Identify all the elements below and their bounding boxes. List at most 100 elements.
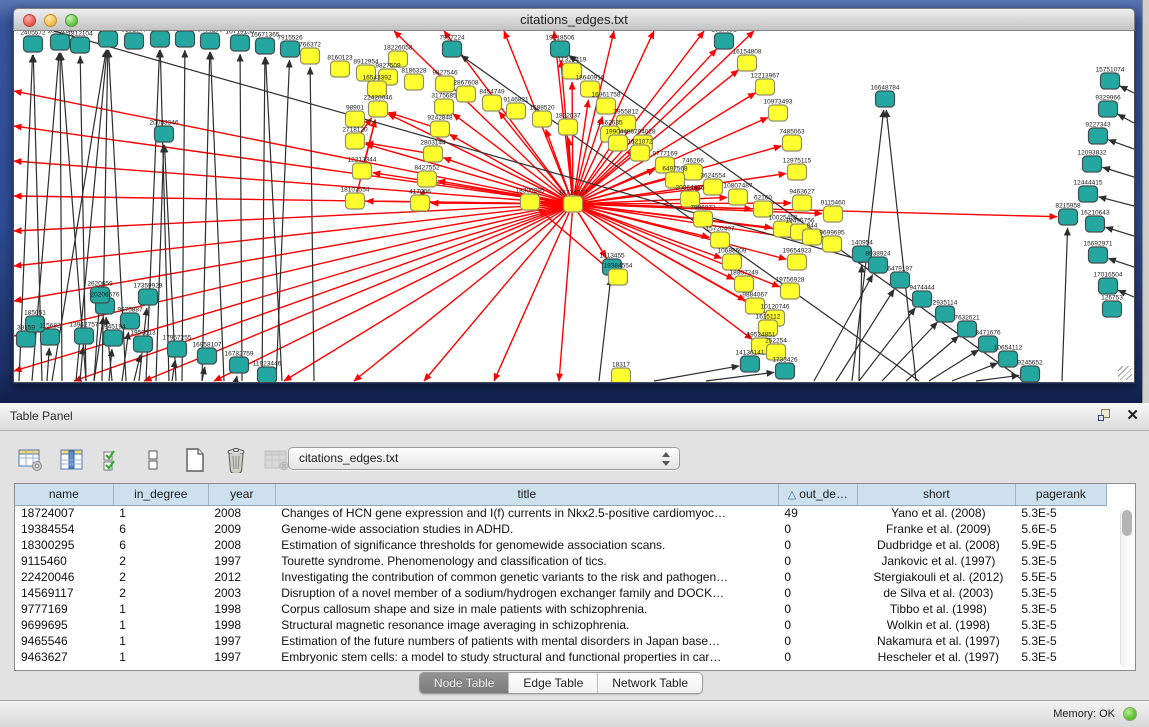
column-header-out_de[interactable]: △out_de… [778, 484, 857, 505]
select-all-button[interactable] [98, 445, 128, 475]
graph-node-16782759[interactable] [230, 357, 249, 373]
table-row[interactable]: 1456911722003Disruption of a novel membe… [15, 585, 1107, 601]
graph-node-9245652[interactable] [1021, 366, 1040, 382]
graph-node-8466160[interactable] [201, 33, 220, 49]
graph-node-1812104[interactable] [71, 37, 90, 53]
graph-node-18300295[interactable] [521, 194, 540, 210]
table-row[interactable]: 2242004622012Investigating the contribut… [15, 569, 1107, 585]
graph-node-15692971[interactable] [1089, 247, 1108, 263]
graph-node-3624554[interactable] [704, 179, 723, 195]
graph-node-1990448[interactable] [609, 135, 628, 151]
graph-node-10654112[interactable] [999, 351, 1018, 367]
graph-node-13942757[interactable] [75, 328, 94, 344]
graph-node-10953287[interactable] [151, 31, 170, 47]
graph-node-2867608[interactable] [457, 86, 476, 102]
graph-node-19218506[interactable] [551, 41, 570, 57]
graph-node-16671365[interactable] [256, 38, 275, 54]
table-scrollbar-thumb[interactable] [1122, 510, 1132, 536]
table-scrollbar[interactable] [1120, 508, 1133, 668]
graph-node-12975115[interactable] [788, 164, 807, 180]
graph-node-15720407[interactable] [711, 232, 730, 248]
graph-node-7957224[interactable] [443, 41, 462, 57]
graph-node-8427552[interactable] [418, 171, 437, 187]
graph-node-9699695[interactable] [823, 236, 842, 252]
table-row[interactable]: 977716911998Corpus callosum shape and si… [15, 601, 1107, 617]
graph-node-19654923[interactable] [788, 254, 807, 270]
graph-node-1822037[interactable] [559, 119, 578, 135]
graph-node-9474444[interactable] [913, 291, 932, 307]
column-header-year[interactable]: year [208, 484, 275, 505]
column-header-name[interactable]: name [15, 484, 113, 505]
graph-node-12213967[interactable] [756, 79, 775, 95]
graph-node-10719155[interactable] [231, 35, 250, 51]
graph-node-20691436[interactable] [99, 31, 118, 47]
graph-node-8186328[interactable] [405, 74, 424, 90]
graph-node-9463627[interactable] [793, 195, 812, 211]
graph-node-16154808[interactable] [738, 55, 757, 71]
graph-node-19384554[interactable] [609, 269, 628, 285]
zoom-window-button[interactable] [65, 14, 78, 27]
column-header-in_degree[interactable]: in_degree [113, 484, 208, 505]
graph-node-2087682[interactable] [715, 33, 734, 49]
graph-node-12213344[interactable] [353, 163, 372, 179]
graph-node-8454749[interactable] [483, 95, 502, 111]
graph-node-18724007[interactable] [564, 196, 583, 212]
graph-node-16958107[interactable] [198, 348, 217, 364]
graph-node-766372[interactable] [301, 48, 320, 64]
float-panel-icon[interactable] [1098, 409, 1112, 423]
graph-node-2803144[interactable] [424, 146, 443, 162]
graph-node-8938924[interactable] [869, 257, 888, 273]
graph-node-1588520[interactable] [533, 111, 552, 127]
graph-node-3175685[interactable] [435, 99, 454, 115]
network-window-titlebar[interactable]: citations_edges.txt [13, 8, 1135, 31]
graph-node-17957255[interactable] [168, 341, 187, 357]
graph-node-2405572[interactable] [24, 36, 43, 52]
graph-node-7632621[interactable] [958, 321, 977, 337]
close-panel-icon[interactable]: ✕ [1126, 409, 1139, 423]
graph-node-7915526[interactable] [281, 41, 300, 57]
minimize-window-button[interactable] [44, 14, 57, 27]
table-row[interactable]: 911546021997Tourette syndrome. Phenomeno… [15, 553, 1107, 569]
graph-node-19756928[interactable] [781, 283, 800, 299]
graph-node-2935114[interactable] [936, 306, 955, 322]
graph-node-16648784[interactable] [876, 91, 895, 107]
graph-node-22420046[interactable] [369, 101, 388, 117]
table-row[interactable]: 969969511998Structural magnetic resonanc… [15, 617, 1107, 633]
graph-node-10807487[interactable] [729, 189, 748, 205]
graph-node-20053346[interactable] [155, 126, 174, 142]
graph-node-10688609[interactable] [723, 254, 742, 270]
graph-node-9227343[interactable] [1089, 128, 1108, 144]
graph-node-1945194[interactable] [104, 330, 123, 346]
graph-node-8131047[interactable] [125, 33, 144, 49]
graph-node-9329966[interactable] [1099, 101, 1118, 117]
graph-node-1950513[interactable] [134, 336, 153, 352]
graph-node-17359928[interactable] [139, 289, 158, 305]
tab-network-table[interactable]: Network Table [598, 673, 702, 693]
graph-node-18107554[interactable] [346, 193, 365, 209]
graph-node-1527607[interactable] [176, 31, 195, 47]
graph-node-8160123[interactable] [331, 61, 350, 77]
graph-node-9115460[interactable] [824, 206, 843, 222]
new-document-button[interactable] [180, 445, 210, 475]
table-row[interactable]: 1830029562008Estimation of significance … [15, 537, 1107, 553]
graph-node-9242848[interactable] [431, 121, 450, 137]
graph-node-18807249[interactable] [735, 276, 754, 292]
table-row[interactable]: 946362711997Embryonic stem cells: a mode… [15, 649, 1107, 665]
graph-node-11923446[interactable] [258, 367, 277, 383]
graph-node-6479197[interactable] [891, 272, 910, 288]
table-row[interactable]: 946554611997Estimation of the future num… [15, 633, 1107, 649]
graph-node-9146821[interactable] [507, 103, 526, 119]
clear-selection-button[interactable] [139, 445, 169, 475]
graph-node-7485063[interactable] [783, 135, 802, 151]
close-window-button[interactable] [23, 14, 36, 27]
graph-node-16210643[interactable] [1086, 216, 1105, 232]
tab-node-table[interactable]: Node Table [420, 673, 510, 693]
graph-node-126753[interactable] [1103, 301, 1122, 317]
table-selector-combobox[interactable]: citations_edges.txt [288, 447, 680, 470]
graph-node-18317[interactable] [612, 368, 631, 383]
table-settings-button[interactable] [16, 445, 46, 475]
column-header-pagerank[interactable]: pagerank [1015, 484, 1106, 505]
graph-node-2718120[interactable] [346, 133, 365, 149]
graph-node-10973493[interactable] [769, 105, 788, 121]
show-columns-button[interactable] [57, 445, 87, 475]
